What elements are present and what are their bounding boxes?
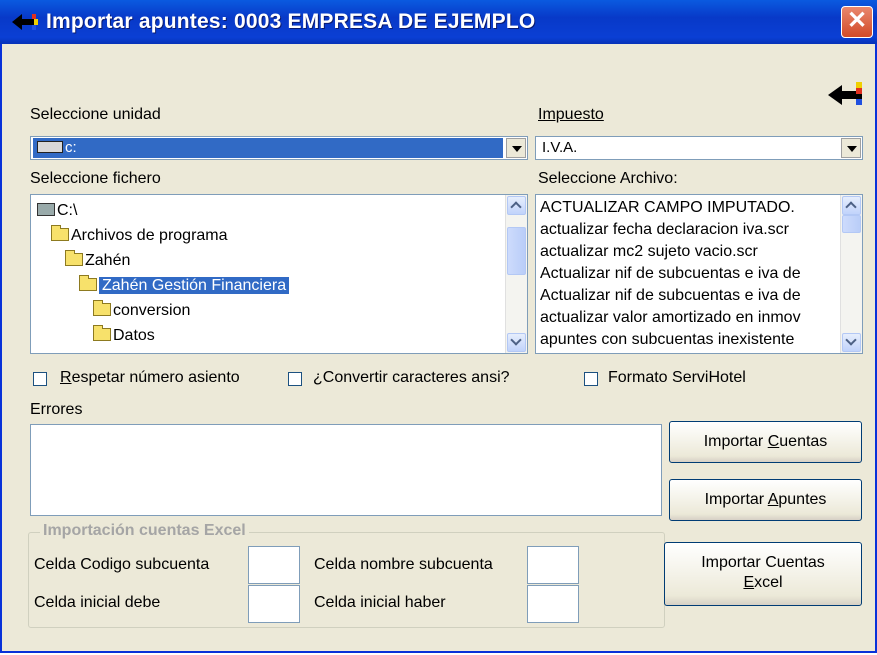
file-list-scrollbar[interactable] xyxy=(840,195,862,353)
close-button[interactable]: ✕ xyxy=(841,6,873,38)
directory-tree-item[interactable]: Zahén Gestión Financiera xyxy=(79,274,290,297)
chevron-down-icon[interactable] xyxy=(841,138,861,158)
script-file-item[interactable]: actualizar valor amortizado en inmov xyxy=(540,307,801,329)
import-entries-text: Importar xyxy=(704,491,768,508)
directory-tree[interactable]: C:\ Archivos de programa Zahén Zahén Gestió… xyxy=(30,194,528,354)
exit-arrow-icon xyxy=(828,82,862,105)
import-accounts-button[interactable]: Importar Cuentas xyxy=(669,421,862,463)
folder-icon xyxy=(93,325,111,341)
folder-icon xyxy=(79,275,97,291)
credit-cell-label: Celda inicial haber xyxy=(314,594,446,611)
drive-icon xyxy=(37,203,55,216)
name-cell-input[interactable] xyxy=(527,546,579,584)
scroll-down-icon[interactable] xyxy=(842,333,861,352)
tax-label-text: Impuesto xyxy=(538,106,604,123)
import-excel-text-line2: Excel xyxy=(665,573,861,593)
debit-cell-label: Celda inicial debe xyxy=(34,594,161,611)
respect-number-label[interactable]: Respetar número asiento xyxy=(60,369,240,387)
directory-tree-item[interactable]: C:\ xyxy=(37,199,77,222)
tax-value: I.V.A. xyxy=(542,139,578,156)
directory-tree-item-label: Zahén xyxy=(85,252,131,269)
directory-tree-item[interactable]: Datos xyxy=(93,324,155,347)
script-file-list[interactable]: ACTUALIZAR CAMPO IMPUTADO. actualizar fec… xyxy=(535,194,863,354)
scroll-up-icon[interactable] xyxy=(842,196,861,215)
file-list-label: Seleccione Archivo: xyxy=(538,170,678,187)
directory-tree-item-label: C:\ xyxy=(57,202,78,219)
script-file-item[interactable]: actualizar fecha declaracion iva.scr xyxy=(540,219,789,241)
close-icon: ✕ xyxy=(846,7,868,34)
drive-icon xyxy=(37,141,63,153)
chevron-down-icon[interactable] xyxy=(506,138,526,158)
directory-tree-item-label: conversion xyxy=(113,302,191,319)
directory-scrollbar[interactable] xyxy=(505,195,527,353)
import-excel-text: Importar Cuentas xyxy=(701,554,825,571)
script-file-item[interactable]: Actualizar nif de subcuentas e iva de xyxy=(540,263,801,285)
arrow-back-icon xyxy=(12,14,38,30)
unit-value: c: xyxy=(65,139,77,156)
code-cell-input[interactable] xyxy=(248,546,300,584)
scroll-thumb[interactable] xyxy=(842,215,861,233)
scroll-up-icon[interactable] xyxy=(507,196,526,215)
folder-icon xyxy=(65,250,83,266)
errors-label: Errores xyxy=(30,401,83,418)
excel-group-title: Importación cuentas Excel xyxy=(40,522,249,540)
directory-tree-item-label: Zahén Gestión Financiera xyxy=(99,277,290,294)
servihotel-checkbox[interactable] xyxy=(584,372,598,386)
import-accounts-text-end: uentas xyxy=(779,433,828,450)
directory-tree-item[interactable]: Zahén xyxy=(65,249,130,272)
scroll-down-icon[interactable] xyxy=(507,333,526,352)
import-excel-accounts-button[interactable]: Importar Cuentas Excel xyxy=(664,542,862,606)
errors-textarea[interactable] xyxy=(30,424,662,516)
directory-tree-item-label: Archivos de programa xyxy=(71,227,228,244)
file-tree-label: Seleccione fichero xyxy=(30,170,161,187)
script-file-item[interactable]: Actualizar nif de subcuentas e iva de xyxy=(540,285,801,307)
script-file-item[interactable]: apuntes con subcuentas inexistente xyxy=(540,329,794,351)
respect-number-checkbox[interactable] xyxy=(33,372,47,386)
folder-icon xyxy=(51,225,69,241)
import-entries-text-end: puntes xyxy=(778,491,827,508)
window-title: Importar apuntes: 0003 EMPRESA DE EJEMPL… xyxy=(46,10,536,33)
convert-ansi-label[interactable]: ¿Convertir caracteres ansi? xyxy=(313,369,510,387)
tax-combobox[interactable]: I.V.A. xyxy=(535,136,863,160)
credit-cell-input[interactable] xyxy=(527,585,579,623)
name-cell-label: Celda nombre subcuenta xyxy=(314,556,493,573)
servihotel-label[interactable]: Formato ServiHotel xyxy=(608,369,746,387)
import-accounts-mnemonic: C xyxy=(767,433,780,450)
import-entries-button[interactable]: Importar Apuntes xyxy=(669,479,862,521)
unit-combobox[interactable]: c: xyxy=(30,136,528,160)
title-bar[interactable]: Importar apuntes: 0003 EMPRESA DE EJEMPL… xyxy=(0,0,877,44)
import-excel-mnemonic: E xyxy=(743,574,755,591)
script-file-item[interactable]: actualizar mc2 sujeto vacio.scr xyxy=(540,241,758,263)
respect-number-text: espetar número asiento xyxy=(71,369,240,386)
unit-selected-value: c: xyxy=(33,138,503,158)
directory-tree-item[interactable]: Archivos de programa xyxy=(51,224,228,247)
import-dialog: Importar apuntes: 0003 EMPRESA DE EJEMPL… xyxy=(0,0,877,653)
folder-icon xyxy=(93,300,111,316)
respect-number-mnemonic: R xyxy=(60,369,72,386)
code-cell-label: Celda Codigo subcuenta xyxy=(34,556,210,573)
scroll-thumb[interactable] xyxy=(507,227,526,275)
import-excel-text-end: xcel xyxy=(754,574,783,591)
tax-label: Impuesto xyxy=(538,106,604,124)
import-accounts-text: Importar xyxy=(703,433,768,450)
directory-tree-item[interactable]: conversion xyxy=(93,299,190,322)
script-file-item[interactable]: ACTUALIZAR CAMPO IMPUTADO. xyxy=(540,197,795,219)
debit-cell-input[interactable] xyxy=(248,585,300,623)
directory-tree-item-label: Datos xyxy=(113,327,155,344)
convert-ansi-checkbox[interactable] xyxy=(288,372,302,386)
unit-label: Seleccione unidad xyxy=(30,106,161,123)
import-entries-mnemonic: A xyxy=(767,491,779,508)
